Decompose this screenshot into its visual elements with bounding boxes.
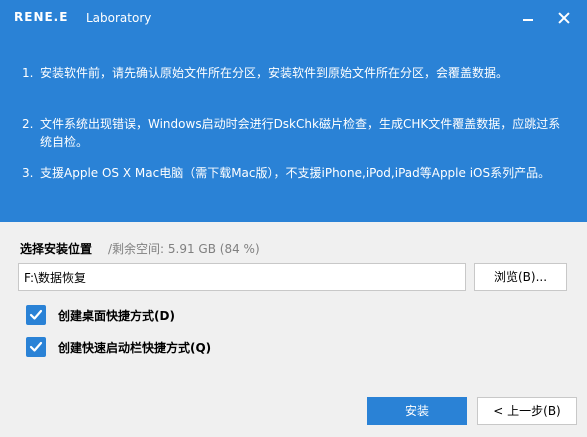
checkbox-box[interactable]: [26, 337, 46, 357]
checkmark-icon: [29, 341, 43, 352]
notice-item-1: 1. 安装软件前，请先确认原始文件所在分区，安装软件到原始文件所在分区，会覆盖数…: [22, 64, 570, 82]
notice-text: 安装软件前，请先确认原始文件所在分区，安装软件到原始文件所在分区，会覆盖数据。: [40, 66, 509, 80]
info-panel: RENE.E Laboratory 1. 安装软件前，请先确认原始文件所在分区，…: [0, 0, 587, 222]
install-path-input[interactable]: [18, 263, 466, 291]
install-button[interactable]: 安装: [367, 397, 467, 425]
minimize-icon[interactable]: [518, 8, 538, 28]
checkbox-label: 创建桌面快捷方式(D): [58, 309, 175, 323]
notice-number: 3.: [22, 166, 34, 180]
browse-button[interactable]: 浏览(B)...: [474, 263, 567, 291]
title-bar: RENE.E Laboratory: [0, 0, 587, 36]
install-location-label: 选择安装位置: [20, 242, 93, 256]
checkbox-box[interactable]: [26, 305, 46, 325]
notice-item-2: 2. 文件系统出现错误，Windows启动时会进行DskChk磁片检查，生成CH…: [22, 115, 570, 151]
close-icon[interactable]: [554, 8, 574, 28]
notice-item-3: 3. 支援Apple OS X Mac电脑（需下载Mac版），不支援iPhone…: [22, 164, 570, 182]
checkbox-label: 创建快速启动栏快捷方式(Q): [58, 341, 212, 355]
brand-subtitle: Laboratory: [86, 11, 152, 25]
notice-text: 文件系统出现错误，Windows启动时会进行DskChk磁片检查，生成CHK文件…: [40, 117, 561, 149]
back-button[interactable]: < 上一步(B): [477, 397, 577, 425]
notice-text: 支援Apple OS X Mac电脑（需下载Mac版），不支援iPhone,iP…: [40, 166, 551, 180]
notice-number: 1.: [22, 66, 34, 80]
checkmark-icon: [29, 309, 43, 320]
brand-logo: RENE.E: [14, 10, 69, 24]
free-space-info: /剩余空间: 5.91 GB (84 %): [108, 242, 260, 256]
notice-number: 2.: [22, 117, 34, 131]
